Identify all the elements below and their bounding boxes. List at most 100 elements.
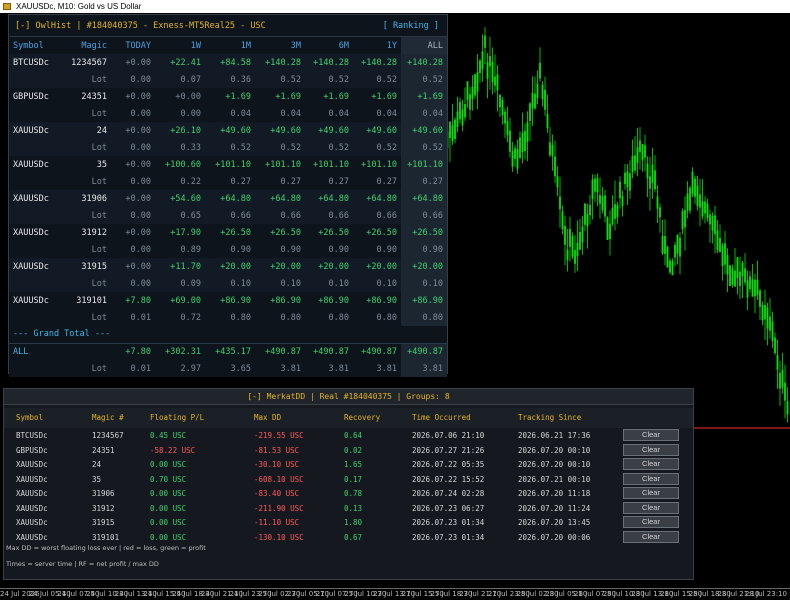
lot-label: Lot <box>65 309 111 326</box>
candle-body <box>781 369 784 388</box>
window-title: XAUUSDc, M10: Gold vs US Dollar <box>16 2 142 11</box>
candle-body <box>486 62 489 79</box>
merkatdd-rows: BTCUSDc 1234567 0.45 USC -219.55 USC 0.64 202… <box>4 428 693 544</box>
candle-body <box>714 215 716 235</box>
lot-cell: 0.66 <box>255 207 305 224</box>
pnl-cell: +100.60 <box>155 156 205 173</box>
candle-body <box>631 155 634 173</box>
owlhist-col-1m[interactable]: 1M <box>205 37 255 54</box>
dd-symbol: XAUUSDc <box>16 460 48 469</box>
dd-col-floating-p-l: Floating P/L <box>150 413 205 422</box>
merkatdd-title[interactable]: [-] MerkatDD | Real #184040375 | Groups:… <box>4 389 693 405</box>
owlhist-col-magic[interactable]: Magic <box>65 37 111 54</box>
symbol-cell: XAUUSDc <box>9 292 65 309</box>
ranking-button[interactable]: [ Ranking ] <box>383 15 439 37</box>
dd-magic: 1234567 <box>92 431 124 440</box>
pnl-cell: +11.70 <box>155 258 205 275</box>
symbol-cell: XAUUSDc <box>9 224 65 241</box>
pnl-cell: +86.90 <box>255 292 305 309</box>
dd-col-time-occurred: Time Occurred <box>412 413 471 422</box>
owlhist-col-1w[interactable]: 1W <box>155 37 205 54</box>
symbol-cell: XAUUSDc <box>9 190 65 207</box>
candle-body <box>541 84 544 100</box>
candle-body <box>584 203 586 225</box>
pnl-cell: +101.10 <box>305 156 353 173</box>
pnl-cell: +0.00 <box>111 156 155 173</box>
pnl-cell: +86.90 <box>305 292 353 309</box>
time-note: Times = server time | RF = net profit / … <box>6 560 159 568</box>
candle-body <box>599 194 601 204</box>
candle-body <box>779 372 781 389</box>
candle-body <box>591 179 594 199</box>
candle-body <box>646 163 649 179</box>
candle-body <box>589 204 591 216</box>
magic-cell: 31912 <box>65 224 111 241</box>
owlhist-col-6m[interactable]: 6M <box>305 37 353 54</box>
candle-body <box>531 92 534 109</box>
candle-body <box>641 143 644 161</box>
clear-button[interactable]: Clear <box>623 458 679 470</box>
owlhist-header: [-] OwlHist | #184040375 - Exness-MT5Rea… <box>9 15 447 37</box>
owlhist-lot-row: Lot 0.00 0.65 0.66 0.66 0.66 0.66 0.66 <box>9 207 447 224</box>
lot-cell: 0.04 <box>205 105 255 122</box>
candle-body <box>614 204 616 219</box>
pnl-cell: +20.00 <box>255 258 305 275</box>
lot-cell: 0.80 <box>305 309 353 326</box>
candle-body <box>684 210 686 228</box>
clear-button[interactable]: Clear <box>623 472 679 485</box>
lot-label: Lot <box>65 275 111 292</box>
pnl-cell: +84.58 <box>205 54 255 71</box>
owlhist-col-today[interactable]: TODAY <box>111 37 155 54</box>
candle-body <box>711 215 714 231</box>
clear-button[interactable]: Clear <box>623 501 679 514</box>
owlhist-col-1y[interactable]: 1Y <box>353 37 401 54</box>
candle-body <box>741 262 744 276</box>
lot-cell: 0.80 <box>255 309 305 326</box>
clear-button[interactable]: Clear <box>623 487 679 499</box>
candle-body <box>604 195 606 217</box>
pnl-cell: +86.90 <box>205 292 255 309</box>
dd-symbol: XAUUSDc <box>16 532 48 542</box>
lot-cell: 0.10 <box>305 275 353 292</box>
lot-cell: 3.65 <box>205 360 255 377</box>
lot-cell: 0.66 <box>305 207 353 224</box>
magic-cell: 31915 <box>65 258 111 275</box>
pnl-cell: +1.69 <box>353 88 401 105</box>
clear-button[interactable]: Clear <box>623 443 679 456</box>
lot-cell: 0.27 <box>305 173 353 190</box>
candle-body <box>546 114 549 129</box>
dd-floating: 0.45 USC <box>150 431 187 440</box>
lot-cell <box>9 139 65 156</box>
candle-body <box>516 149 519 169</box>
dd-magic: 24351 <box>92 445 115 455</box>
owlhist-col-all[interactable]: ALL <box>401 37 447 54</box>
dd-symbol: BTCUSDc <box>16 431 48 440</box>
candle-body <box>601 196 604 211</box>
owlhist-col-symbol[interactable]: Symbol <box>9 37 65 54</box>
candle-body <box>721 245 724 267</box>
clear-button[interactable]: Clear <box>623 429 679 441</box>
lot-cell: 0.09 <box>155 275 205 292</box>
candle-body <box>759 290 761 307</box>
pnl-cell: +7.80 <box>111 292 155 309</box>
dd-recovery: 0.67 <box>344 532 363 542</box>
dd-recovery: 0.17 <box>344 474 363 484</box>
candle-body <box>661 235 664 254</box>
lot-cell: 0.52 <box>401 71 447 88</box>
lot-cell: 0.72 <box>155 309 205 326</box>
owlhist-col-3m[interactable]: 3M <box>255 37 305 54</box>
candle-body <box>484 35 486 48</box>
clear-button[interactable]: Clear <box>623 530 679 543</box>
dd-since: 2026.07.20 00:10 <box>518 445 591 455</box>
clear-button[interactable]: Clear <box>623 516 679 528</box>
dd-recovery: 0.13 <box>344 503 363 513</box>
candle-body <box>776 355 779 370</box>
owlhist-title[interactable]: [-] OwlHist | #184040375 - Exness-MT5Rea… <box>15 21 266 31</box>
lot-cell: 3.81 <box>305 360 353 377</box>
dd-col-symbol: Symbol <box>16 413 44 422</box>
candle-body <box>659 207 661 218</box>
candle-body <box>596 178 599 193</box>
candle-body <box>469 94 471 110</box>
dd-col-recovery: Recovery <box>344 413 381 422</box>
pnl-cell: +49.60 <box>255 122 305 139</box>
